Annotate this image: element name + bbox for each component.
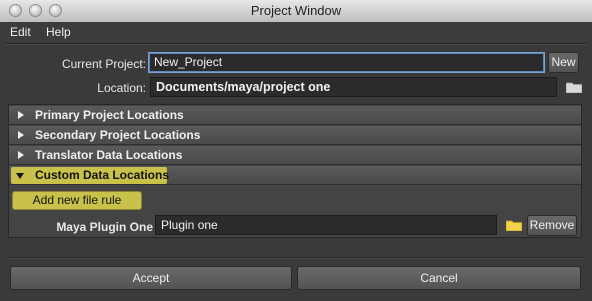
window-title: Project Window [250,3,342,18]
section-custom-locations[interactable]: Custom Data Locations [9,166,581,185]
cancel-button[interactable]: Cancel [297,266,581,290]
section-primary-locations[interactable]: Primary Project Locations [9,106,581,125]
collapse-arrow-icon [16,173,24,179]
section-label: Secondary Project Locations [35,128,201,142]
rule-folder-icon[interactable] [506,219,522,231]
section-label: Custom Data Locations [35,168,170,182]
divider [6,43,586,45]
menu-bar: Edit Help [0,22,592,42]
expand-arrow-icon [18,111,24,119]
section-label: Primary Project Locations [35,108,184,122]
title-bar: Project Window [0,0,592,23]
section-secondary-locations[interactable]: Secondary Project Locations [9,126,581,145]
rule-value: Plugin one [161,218,218,232]
location-value: Documents/maya/project one [156,80,331,94]
section-translator-locations[interactable]: Translator Data Locations [9,146,581,165]
divider [6,257,586,259]
new-project-button[interactable]: New [548,52,579,73]
rule-input[interactable]: Plugin one [155,215,497,235]
rule-label: Maya Plugin One [56,220,153,234]
accept-button[interactable]: Accept [10,266,292,290]
menu-edit[interactable]: Edit [10,25,31,39]
expand-arrow-icon [18,151,24,159]
current-project-input[interactable]: New_Project [148,52,545,73]
add-file-rule-button[interactable]: Add new file rule [12,191,142,210]
remove-rule-button[interactable]: Remove [527,215,577,236]
menu-help[interactable]: Help [46,25,71,39]
location-label: Location: [97,81,146,95]
current-project-value: New_Project [154,55,223,69]
location-input[interactable]: Documents/maya/project one [150,77,557,97]
location-folder-icon[interactable] [566,81,582,93]
current-project-label: Current Project: [61,57,146,71]
expand-arrow-icon [18,131,24,139]
section-label: Translator Data Locations [35,148,183,162]
